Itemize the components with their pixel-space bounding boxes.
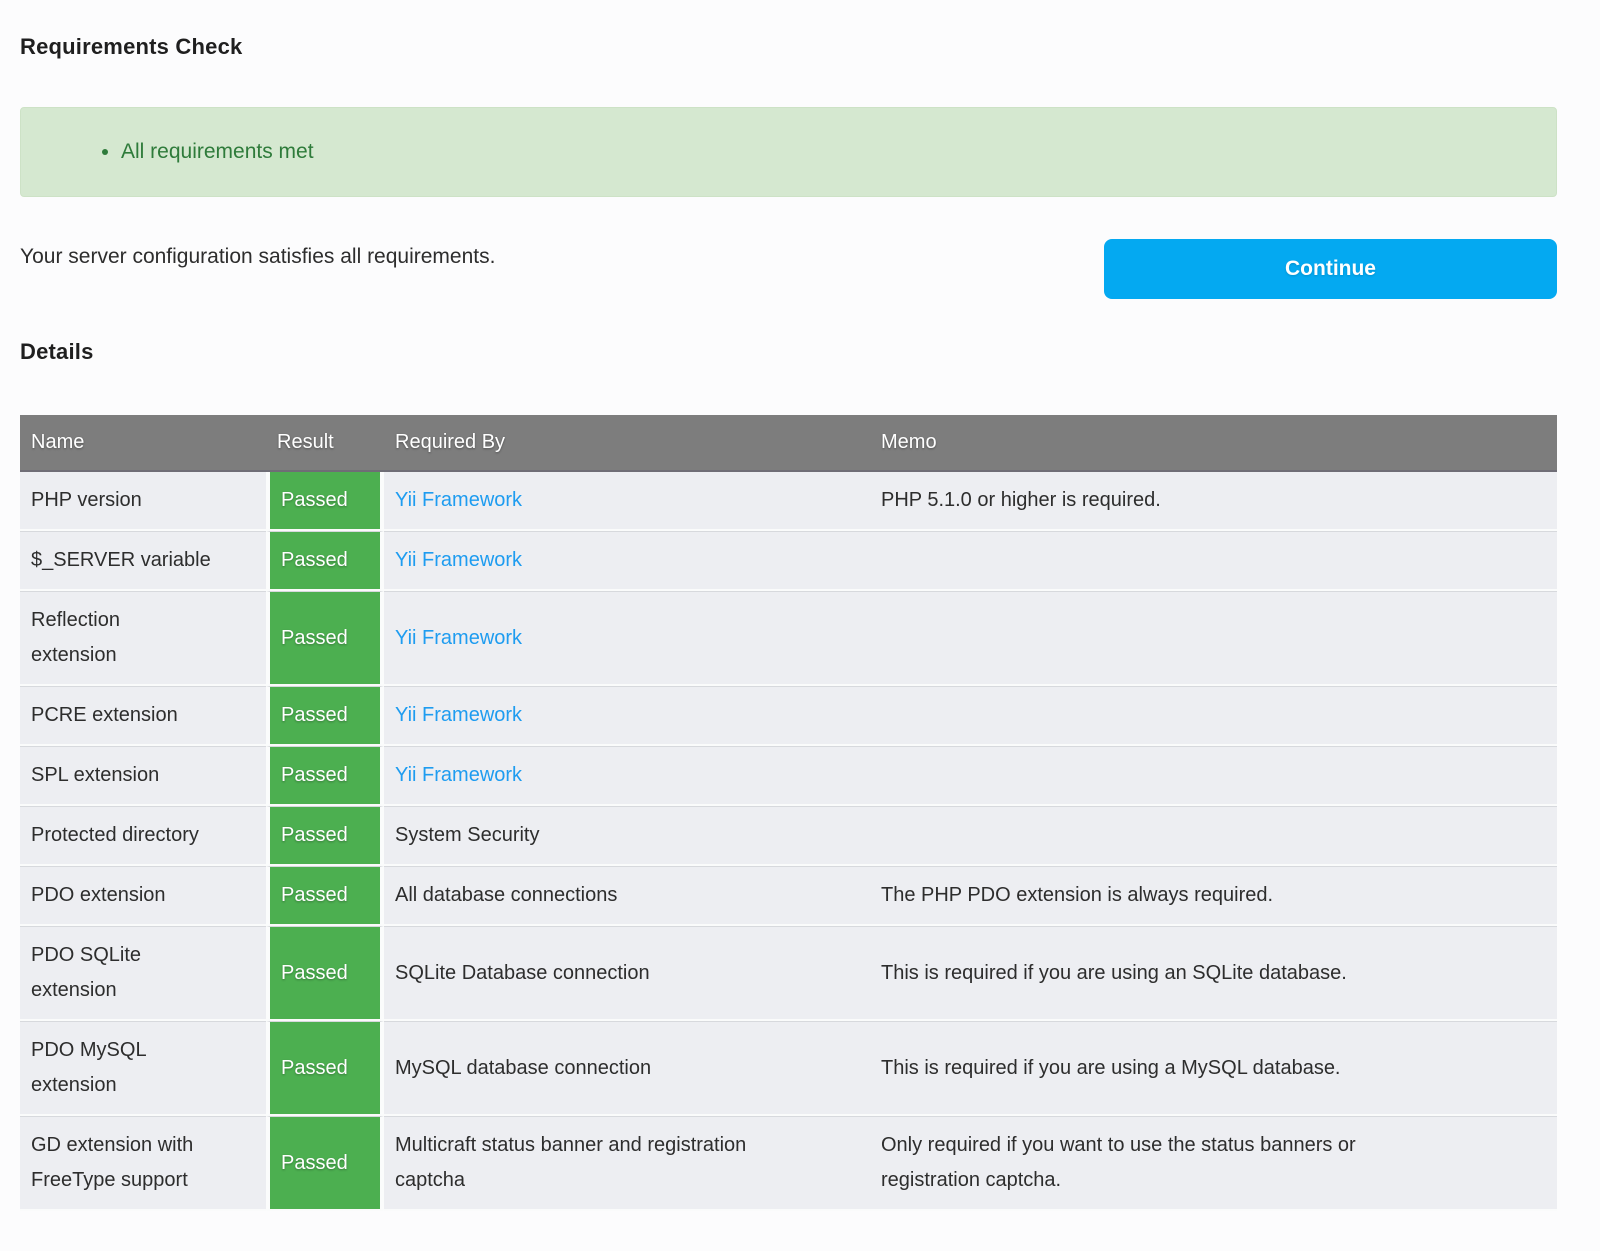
status-badge: Passed <box>266 591 384 686</box>
cell-name: Reflection extension <box>20 591 266 686</box>
cell-memo <box>870 531 1557 591</box>
cell-name: GD extension with FreeType support <box>20 1116 266 1211</box>
success-alert: All requirements met <box>20 107 1557 197</box>
required-by-link[interactable]: Yii Framework <box>384 531 870 591</box>
page-title: Requirements Check <box>20 0 1557 60</box>
column-header-name: Name <box>20 415 266 472</box>
alert-list: All requirements met <box>41 138 1536 166</box>
cell-memo <box>870 686 1557 746</box>
cell-memo <box>870 591 1557 686</box>
column-header-memo: Memo <box>870 415 1557 472</box>
cell-required-by: MySQL database connection <box>384 1021 870 1116</box>
status-badge: Passed <box>266 686 384 746</box>
status-badge: Passed <box>266 806 384 866</box>
table-row: PHP version Passed Yii Framework PHP 5.1… <box>20 472 1557 531</box>
status-badge: Passed <box>266 531 384 591</box>
status-badge: Passed <box>266 926 384 1021</box>
table-row: PDO MySQL extension Passed MySQL databas… <box>20 1021 1557 1116</box>
required-by-link[interactable]: Yii Framework <box>384 472 870 531</box>
cell-name: $_SERVER variable <box>20 531 266 591</box>
required-by-link[interactable]: Yii Framework <box>384 686 870 746</box>
cell-name: PDO extension <box>20 866 266 926</box>
cell-name: SPL extension <box>20 746 266 806</box>
requirements-table: Name Result Required By Memo PHP version… <box>20 415 1557 1211</box>
alert-item: All requirements met <box>121 138 1536 166</box>
cell-name: PDO MySQL extension <box>20 1021 266 1116</box>
table-row: PDO SQLite extension Passed SQLite Datab… <box>20 926 1557 1021</box>
table-row: GD extension with FreeType support Passe… <box>20 1116 1557 1211</box>
table-row: PDO extension Passed All database connec… <box>20 866 1557 926</box>
table-header-row: Name Result Required By Memo <box>20 415 1557 472</box>
required-by-link[interactable]: Yii Framework <box>384 591 870 686</box>
cell-memo <box>870 806 1557 866</box>
cell-memo: PHP 5.1.0 or higher is required. <box>870 472 1557 531</box>
requirements-check-page: Requirements Check All requirements met … <box>20 0 1557 1211</box>
cell-memo: This is required if you are using a MySQ… <box>870 1021 1557 1116</box>
continue-button[interactable]: Continue <box>1104 239 1557 299</box>
status-badge: Passed <box>266 746 384 806</box>
table-row: $_SERVER variable Passed Yii Framework <box>20 531 1557 591</box>
required-by-link[interactable]: Yii Framework <box>384 746 870 806</box>
cell-memo: This is required if you are using an SQL… <box>870 926 1557 1021</box>
cell-name: PDO SQLite extension <box>20 926 266 1021</box>
cell-required-by: Multicraft status banner and registratio… <box>384 1116 870 1211</box>
status-badge: Passed <box>266 866 384 926</box>
column-header-required-by: Required By <box>384 415 870 472</box>
cell-required-by: SQLite Database connection <box>384 926 870 1021</box>
status-badge: Passed <box>266 472 384 531</box>
cell-memo <box>870 746 1557 806</box>
status-badge: Passed <box>266 1021 384 1116</box>
cell-name: PCRE extension <box>20 686 266 746</box>
cell-name: Protected directory <box>20 806 266 866</box>
cell-memo: The PHP PDO extension is always required… <box>870 866 1557 926</box>
cell-required-by: System Security <box>384 806 870 866</box>
table-row: PCRE extension Passed Yii Framework <box>20 686 1557 746</box>
cell-name: PHP version <box>20 472 266 531</box>
column-header-result: Result <box>266 415 384 472</box>
details-title: Details <box>20 299 1557 365</box>
status-badge: Passed <box>266 1116 384 1211</box>
summary-text: Your server configuration satisfies all … <box>20 239 495 271</box>
table-row: Protected directory Passed System Securi… <box>20 806 1557 866</box>
summary-row: Your server configuration satisfies all … <box>20 239 1557 299</box>
cell-required-by: All database connections <box>384 866 870 926</box>
cell-memo: Only required if you want to use the sta… <box>870 1116 1557 1211</box>
table-row: Reflection extension Passed Yii Framewor… <box>20 591 1557 686</box>
table-row: SPL extension Passed Yii Framework <box>20 746 1557 806</box>
